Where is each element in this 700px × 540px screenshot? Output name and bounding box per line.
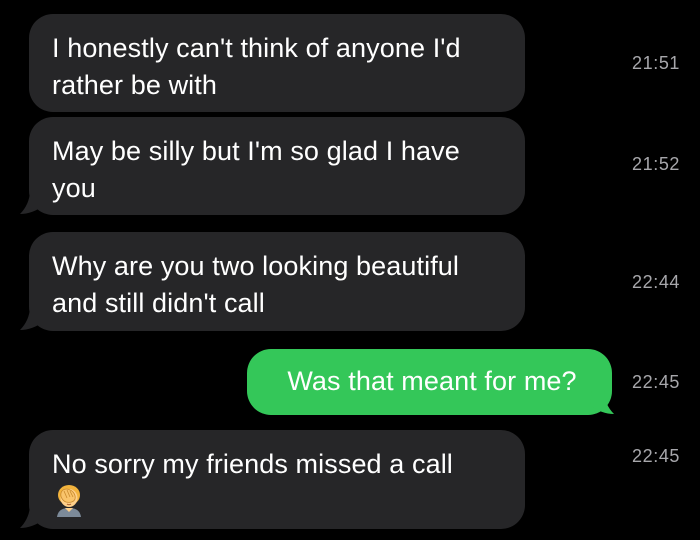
incoming-message-bubble[interactable]: I honestly can't think of anyone I'd rat… [29, 14, 525, 112]
bubble-tail-icon [590, 390, 614, 414]
message-timestamp: 22:44 [632, 272, 681, 292]
message-text: Why are you two looking beautiful and st… [52, 251, 460, 318]
message-timestamp: 22:45 [632, 446, 681, 466]
message-thread: I honestly can't think of anyone I'd rat… [0, 0, 700, 540]
incoming-message-bubble[interactable]: May be silly but I'm so glad I have you [29, 117, 525, 215]
outgoing-message-bubble[interactable]: Was that meant for me? [247, 349, 612, 415]
message-text: No sorry my friends missed a call [52, 449, 453, 479]
message-timestamp: 22:45 [632, 372, 681, 392]
message-text: May be silly but I'm so glad I have you [52, 136, 460, 203]
message-timestamp: 21:51 [632, 53, 681, 73]
bubble-tail-icon [20, 190, 44, 214]
incoming-message-bubble[interactable]: No sorry my friends missed a call [29, 430, 525, 529]
incoming-message-bubble[interactable]: Why are you two looking beautiful and st… [29, 232, 525, 331]
bubble-tail-icon [20, 504, 44, 528]
bubble-tail-icon [20, 306, 44, 330]
facepalm-emoji-icon [52, 483, 86, 517]
message-timestamp: 21:52 [632, 154, 681, 174]
message-text: I honestly can't think of anyone I'd rat… [52, 33, 461, 100]
message-text: Was that meant for me? [287, 366, 577, 396]
